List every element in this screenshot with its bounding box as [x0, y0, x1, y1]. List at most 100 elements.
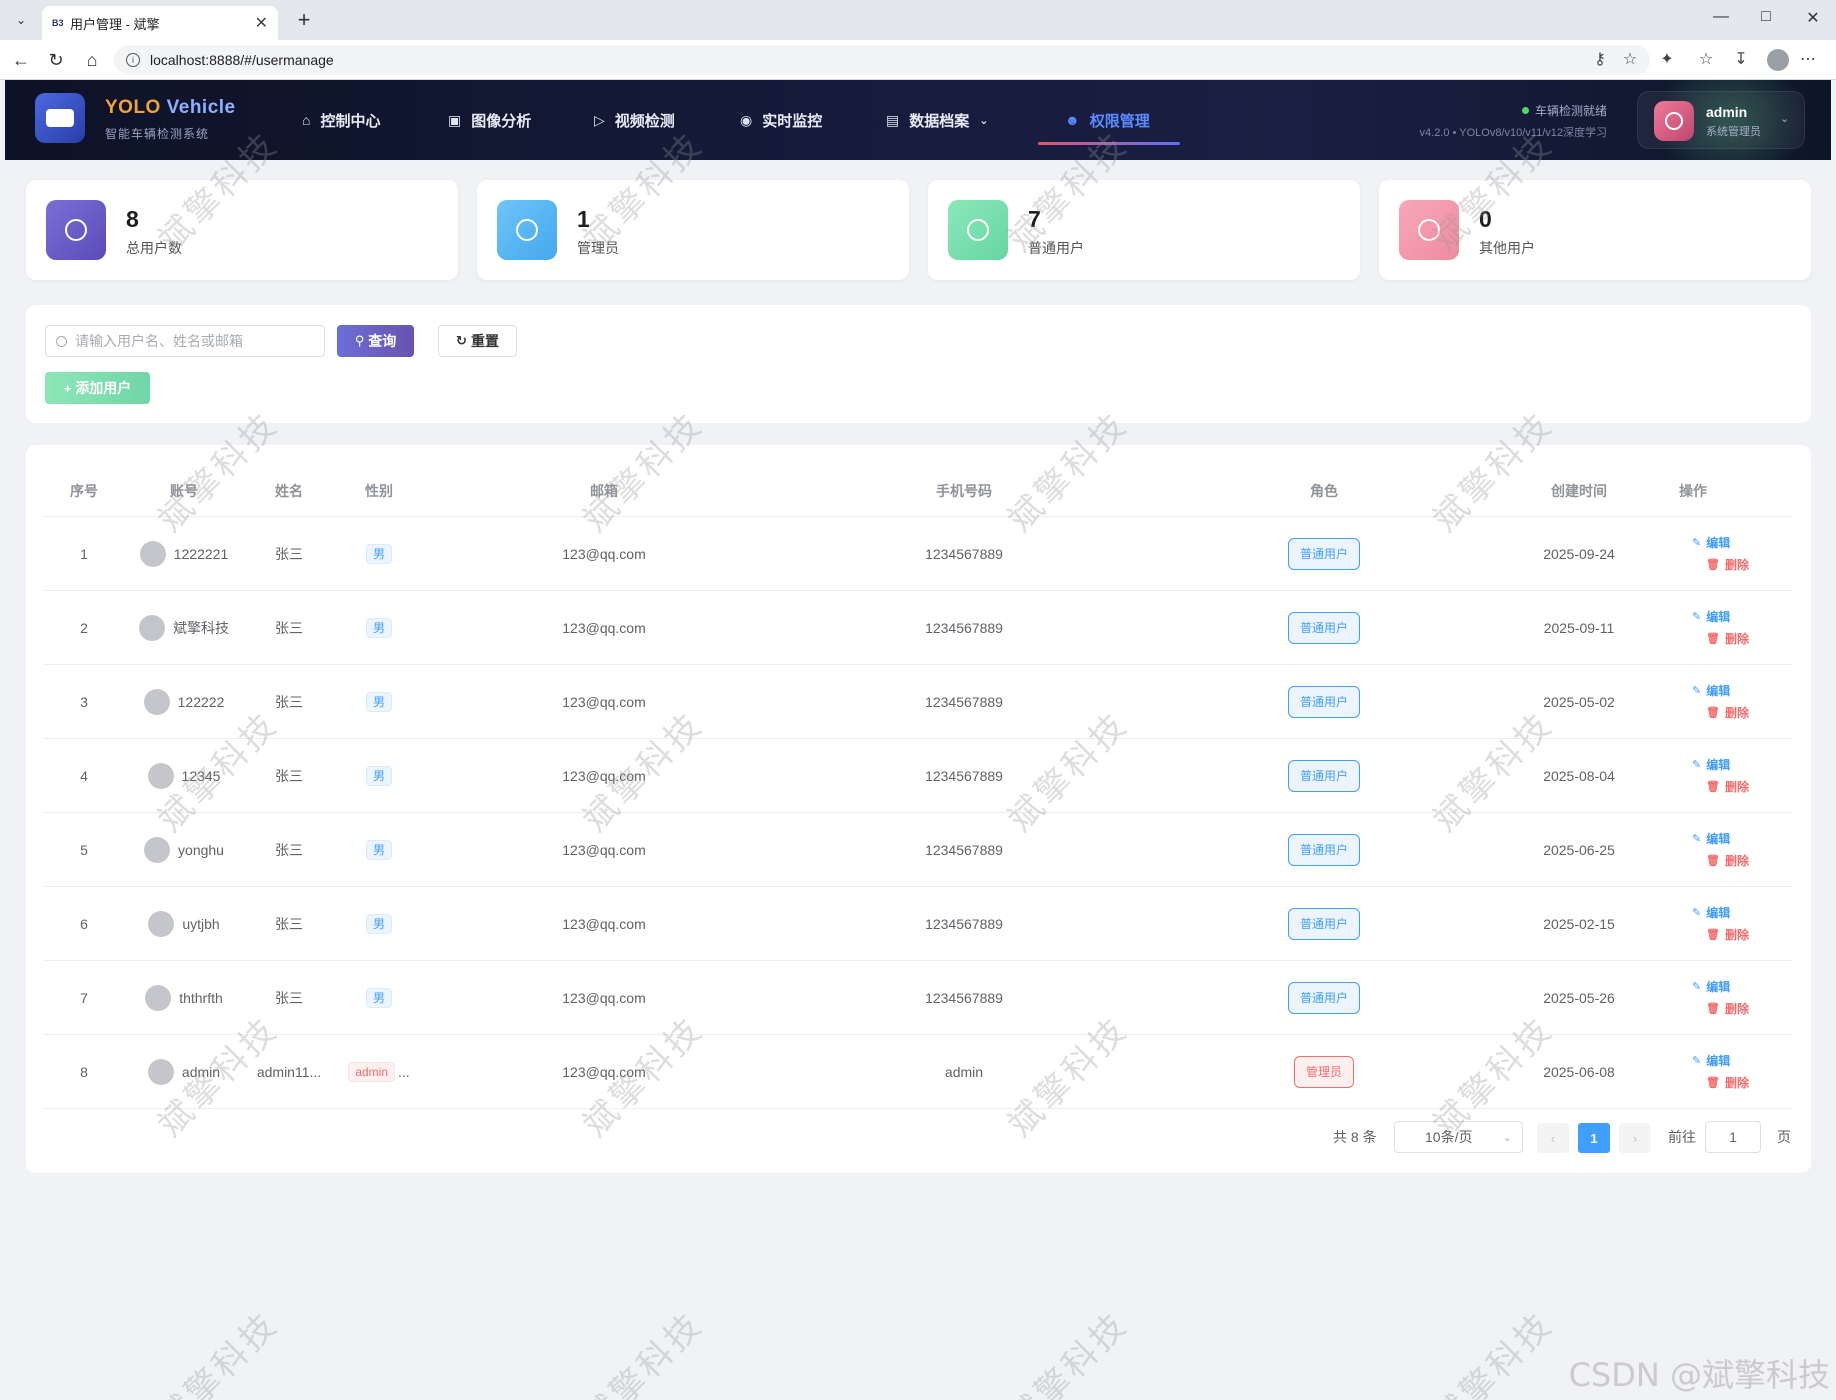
- search-field[interactable]: [45, 325, 325, 357]
- cell-name: 张三: [275, 768, 303, 784]
- table-header: 序号 账号 姓名 性别 邮箱 手机号码 角色 创建时间 操作: [44, 465, 1793, 517]
- nav-permission-management[interactable]: ☻ 权限管理: [1065, 108, 1150, 132]
- query-button[interactable]: ⚲ 查询: [337, 325, 414, 357]
- tab-list-chevron-icon[interactable]: ⌄: [8, 8, 34, 32]
- edit-icon: ✎: [1692, 981, 1702, 993]
- add-user-button[interactable]: + 添加用户: [45, 372, 150, 404]
- cell-account: uytjbh: [124, 887, 244, 961]
- reset-button[interactable]: ↻ 重置: [438, 325, 517, 357]
- edit-button[interactable]: ✎ 编辑: [1692, 902, 1730, 924]
- nav-image-analysis[interactable]: ▣ 图像分析: [448, 108, 531, 132]
- role-badge: 普通用户: [1287, 908, 1360, 940]
- table-row: 4 12345 张三 男 123@qq.com 1234567889 普通用户 2025-08…: [44, 739, 1793, 813]
- more-menu-icon[interactable]: ⋯: [1796, 49, 1820, 69]
- edit-button[interactable]: ✎ 编辑: [1692, 976, 1730, 998]
- cell-account: 12345: [124, 739, 244, 813]
- role-badge: 普通用户: [1287, 760, 1360, 792]
- cell-email: 123@qq.com: [562, 916, 646, 932]
- next-page-chevron-icon[interactable]: ›: [1619, 1123, 1651, 1153]
- delete-button[interactable]: 🗑 删除: [1706, 628, 1749, 650]
- edit-icon: ✎: [1692, 611, 1702, 623]
- edit-button[interactable]: ✎ 编辑: [1692, 828, 1730, 850]
- delete-button[interactable]: 🗑 删除: [1706, 850, 1749, 872]
- stat-label: 管理员: [577, 240, 619, 256]
- search-input[interactable]: [75, 333, 315, 349]
- cell-gender: 男: [334, 517, 424, 591]
- cell-actions: ✎ 编辑 🗑 删除: [1692, 1035, 1792, 1109]
- delete-button[interactable]: 🗑 删除: [1706, 554, 1749, 576]
- stat-label: 普通用户: [1028, 240, 1084, 256]
- column-header: 角色: [1310, 483, 1338, 499]
- nav-realtime-monitor[interactable]: ◉ 实时监控: [740, 108, 822, 132]
- cell-email: 123@qq.com: [562, 1064, 646, 1080]
- cell-index: 6: [80, 916, 88, 932]
- cell-created: 2025-09-24: [1543, 546, 1615, 562]
- trash-icon: 🗑: [1706, 929, 1720, 941]
- gender-tag: 男: [365, 766, 392, 786]
- cell-created: 2025-08-04: [1543, 768, 1615, 784]
- cell-role: 管理员: [1144, 1035, 1504, 1109]
- delete-button[interactable]: 🗑 删除: [1706, 1072, 1749, 1094]
- cell-role: 普通用户: [1144, 813, 1504, 887]
- cell-email: 123@qq.com: [562, 694, 646, 710]
- gender-tag: 男: [365, 618, 392, 638]
- cell-phone: 1234567889: [925, 990, 1003, 1006]
- cell-actions: ✎ 编辑 🗑 删除: [1692, 961, 1792, 1035]
- edit-button[interactable]: ✎ 编辑: [1692, 532, 1730, 554]
- goto-page-input[interactable]: 1: [1705, 1121, 1761, 1153]
- cell-index: 1: [80, 546, 88, 562]
- table-row: 2 斌擎科技 张三 男 123@qq.com 1234567889 普通用户 2025-09-…: [44, 591, 1793, 665]
- prev-page-chevron-icon[interactable]: ‹: [1537, 1123, 1569, 1153]
- home-icon[interactable]: ⌂: [80, 48, 104, 72]
- reload-icon[interactable]: ↻: [44, 48, 68, 72]
- extensions-icon[interactable]: ✦: [1655, 49, 1679, 69]
- user-name: admin: [1706, 104, 1748, 120]
- key-icon[interactable]: ⚷: [1588, 49, 1612, 69]
- window-close-icon[interactable]: ✕: [1798, 8, 1828, 28]
- cell-gender: 男: [334, 739, 424, 813]
- cell-account: admin: [124, 1035, 244, 1109]
- delete-button[interactable]: 🗑 删除: [1706, 702, 1749, 724]
- cell-index: 7: [80, 990, 88, 1006]
- cell-index: 3: [80, 694, 88, 710]
- edit-button[interactable]: ✎ 编辑: [1692, 606, 1730, 628]
- minimize-icon[interactable]: —: [1706, 8, 1736, 26]
- trash-icon: 🗑: [1706, 855, 1720, 867]
- car-logo-icon[interactable]: [35, 93, 85, 143]
- user-menu[interactable]: admin 系统管理员 ⌄: [1637, 91, 1805, 149]
- new-tab-plus-icon[interactable]: +: [290, 6, 318, 34]
- star-icon[interactable]: ☆: [1618, 49, 1642, 69]
- cell-created: 2025-05-02: [1543, 694, 1615, 710]
- cell-name: admin11...: [256, 1064, 322, 1080]
- edit-button[interactable]: ✎ 编辑: [1692, 1050, 1730, 1072]
- gender-overflow: ...: [398, 1064, 410, 1080]
- nav-data-archive[interactable]: ▤ 数据档案 ⌄: [886, 108, 988, 132]
- download-icon[interactable]: ↧: [1729, 49, 1753, 69]
- cell-name: 张三: [275, 916, 303, 932]
- delete-button[interactable]: 🗑 删除: [1706, 998, 1749, 1020]
- edit-button[interactable]: ✎ 编辑: [1692, 754, 1730, 776]
- page-number-current[interactable]: 1: [1578, 1123, 1610, 1153]
- favorites-icon[interactable]: ☆: [1694, 49, 1718, 69]
- back-arrow-icon[interactable]: ←: [9, 48, 33, 72]
- delete-button[interactable]: 🗑 删除: [1706, 924, 1749, 946]
- address-bar[interactable]: i localhost:8888/#/usermanage: [114, 45, 1650, 75]
- admin-user-icon: [497, 200, 557, 260]
- delete-button[interactable]: 🗑 删除: [1706, 776, 1749, 798]
- nav-control-center[interactable]: ⌂ 控制中心: [302, 108, 380, 132]
- cell-phone: 1234567889: [925, 546, 1003, 562]
- cell-index: 2: [80, 620, 88, 636]
- maximize-icon[interactable]: □: [1751, 8, 1781, 26]
- stat-card-other-users: 0 其他用户: [1379, 180, 1811, 280]
- table-row: 7 ththrfth 张三 男 123@qq.com 1234567889 普通用户 2025…: [44, 961, 1793, 1035]
- page-size-select[interactable]: 10条/页 ⌄: [1394, 1121, 1523, 1153]
- browser-tab[interactable]: B3 用户管理 - 斌擎 ✕: [42, 6, 278, 40]
- site-info-icon[interactable]: i: [126, 53, 140, 67]
- cell-index: 8: [80, 1064, 88, 1080]
- profile-avatar[interactable]: [1767, 49, 1789, 71]
- user-icon: ☻: [1065, 112, 1080, 128]
- nav-video-detection[interactable]: ▷ 视频检测: [594, 108, 675, 132]
- gender-tag: 男: [365, 914, 392, 934]
- edit-button[interactable]: ✎ 编辑: [1692, 680, 1730, 702]
- tab-close-icon[interactable]: ✕: [255, 13, 268, 33]
